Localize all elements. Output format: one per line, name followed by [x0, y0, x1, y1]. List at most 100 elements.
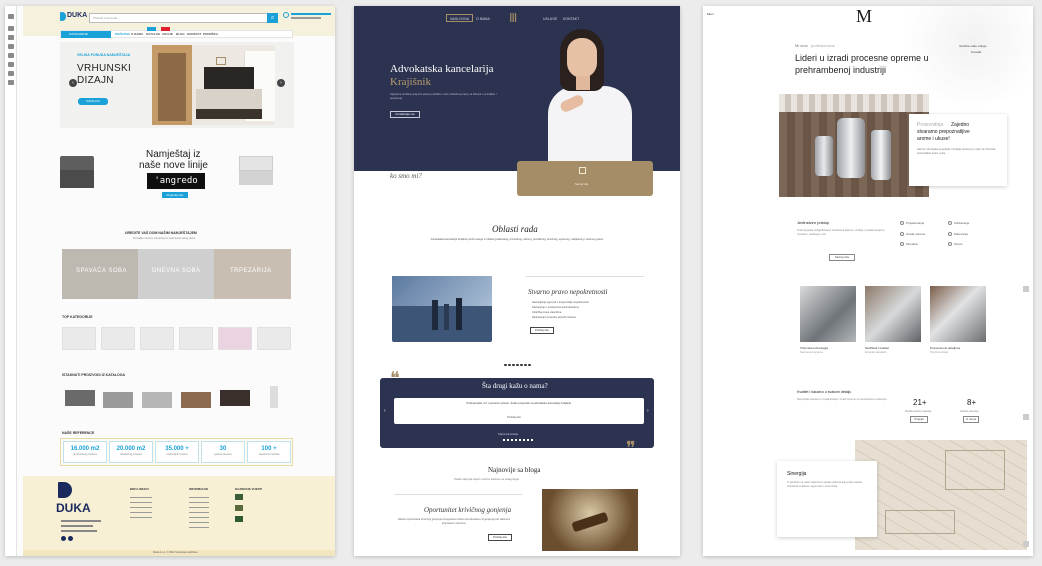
footer-info-list[interactable] [189, 493, 209, 529]
category-thumb[interactable] [179, 327, 213, 350]
duka-categories-button[interactable]: KATEGORIJE [61, 31, 111, 38]
synergy-title: Sinergija [787, 471, 807, 477]
testimonials-section: Šta drugi kažu o nama? Profesionalan, br… [380, 378, 654, 448]
testimonial-prev-icon[interactable]: ‹ [384, 408, 386, 414]
menu-button[interactable]: Meni [707, 12, 714, 16]
instagram-icon[interactable] [68, 536, 73, 541]
hero-side-link[interactable]: Istražite naše usluge [959, 44, 987, 48]
duka-logo-icon [60, 12, 66, 21]
design-icon [900, 221, 904, 225]
hero-catalog-button[interactable]: KATALOG [78, 98, 108, 105]
gavel-photo [542, 489, 638, 551]
law-nav-services[interactable]: USLUGE [543, 17, 557, 21]
browser-side-rail [5, 6, 17, 556]
testimonial-next-icon[interactable]: › [647, 408, 649, 414]
nav-item-sale[interactable]: AKCIJE [162, 32, 173, 36]
factory-photo [779, 94, 929, 197]
nav-item-blog[interactable]: BLOG [176, 32, 185, 36]
nav-item-about[interactable]: O NAMA [131, 32, 143, 36]
feature-bullet: Zastupanje u postupcima pred katastrom [532, 306, 580, 309]
card-title-line3: arome i ukuse! [917, 136, 950, 142]
hero-side-contact[interactable]: Kontakt [971, 50, 981, 54]
nav-item-contact[interactable]: KONTAKT [187, 32, 201, 36]
duka-footer: DUKA BRZI LINKOVI INFORMACIJE NAJNOVIJE … [23, 476, 335, 556]
service-label: Montaža [906, 242, 918, 246]
scroll-handle[interactable] [1023, 286, 1029, 292]
news-thumb[interactable] [235, 516, 243, 522]
law-gold-link[interactable]: Saznaj više [575, 183, 588, 186]
rooms-title: UREDITE VAŠ DOM NAŠIM NAMJEŠTAJEM [125, 231, 197, 235]
category-thumb[interactable] [218, 327, 252, 350]
footer-links-list[interactable] [130, 493, 152, 521]
testimonial-dots[interactable] [503, 439, 535, 441]
product-sofa[interactable] [103, 392, 133, 408]
slider-next-icon[interactable]: › [277, 79, 285, 87]
footer-col-info: INFORMACIJE [189, 487, 209, 491]
gallery-photo[interactable] [800, 286, 856, 342]
stat-value: 8+ [967, 398, 977, 407]
scroll-handle[interactable] [1023, 541, 1029, 547]
duka-search-input[interactable]: Pretraži proizvode... [89, 13, 269, 23]
room-label-living[interactable]: DNEVNA SOBA [152, 268, 201, 274]
testimonial-more[interactable]: Pročitaj više [507, 416, 521, 419]
phone-line [291, 13, 331, 15]
law-hero-button[interactable]: Kontaktirajte nas [390, 111, 420, 118]
feature-slider-dots[interactable] [504, 353, 532, 371]
law-nav-home[interactable]: NASLOVNA [450, 17, 469, 21]
feature-title: Stvarno pravo nepokretnosti [528, 288, 608, 296]
product-cabinet[interactable] [270, 386, 278, 408]
room-label-bedroom[interactable]: SPAVAĆA SOBA [76, 268, 127, 274]
hero-title-line2: prehrambenoj industriji [795, 65, 887, 75]
law-nav-about[interactable]: O NAMA [476, 17, 490, 21]
promo-button[interactable]: Pogledaj više [162, 192, 188, 198]
gallery-photo[interactable] [930, 286, 986, 342]
scales-icon [579, 167, 586, 174]
rooms-banner: SPAVAĆA SOBA DNEVNA SOBA TRPEZARIJA [62, 249, 291, 299]
category-thumb[interactable] [257, 327, 291, 350]
law-hero-text: Klijentima pružamo potpunu pravnu podršk… [390, 93, 497, 100]
duka-search-button[interactable]: ⌕ [267, 13, 278, 23]
news-thumb[interactable] [235, 505, 243, 511]
slider-prev-icon[interactable]: ‹ [69, 79, 77, 87]
approach-text: Svaki projekat prilagođavamo potrebama k… [797, 229, 885, 236]
feature-read-more-button[interactable]: Pročitaj više [530, 327, 554, 334]
product-sofa-brown[interactable] [181, 392, 211, 408]
category-thumb[interactable] [101, 327, 135, 350]
footer-col-quick-links: BRZI LINKOVI [130, 487, 149, 491]
footer-col-news: NAJNOVIJE VIJESTI [235, 487, 263, 491]
law-nav-contact[interactable]: KONTAKT [563, 17, 579, 21]
news-thumb[interactable] [235, 494, 243, 500]
nav-item-home[interactable]: POČETNA [115, 32, 130, 36]
stat-label: Realizovanih projekata [905, 410, 932, 413]
sale-badge [161, 27, 170, 31]
facebook-icon[interactable] [61, 536, 66, 541]
nav-item-support[interactable]: PODRŠKA [203, 32, 218, 36]
stat-box: 30 godina iskustva [201, 441, 245, 463]
stat-button[interactable]: O nama [963, 416, 979, 423]
feature-bullet: Uknjižba prava vlasništva [532, 311, 562, 314]
blog-post-title[interactable]: Oportunitet krivičnog gonjenja [424, 506, 511, 514]
product-bed[interactable] [65, 390, 95, 406]
m-logo[interactable]: M [856, 6, 872, 27]
package-icon [948, 232, 952, 236]
stat-box: 16.000 m2 proizvodnog prostora [63, 441, 107, 463]
approach-button[interactable]: Saznaj više [829, 254, 855, 261]
card-text: Naš tim stručnjaka projektuje i izrađuje… [917, 148, 996, 155]
duka-logo[interactable]: DUKA [67, 12, 87, 19]
gallery-photo[interactable] [865, 286, 921, 342]
nav-item-catalog[interactable]: KATALOG [146, 32, 160, 36]
category-thumb[interactable] [62, 327, 96, 350]
blog-read-more-button[interactable]: Pročitaj više [488, 534, 512, 541]
stat-box: 35.000 + zadovoljnih kupaca [155, 441, 199, 463]
room-label-dining[interactable]: TRPEZARIJA [230, 268, 272, 274]
product-dining-set[interactable] [220, 390, 250, 406]
promo-bed-left-image [60, 156, 94, 190]
hero-title-line2: DIZAJN [77, 75, 114, 86]
law-gold-box[interactable]: Saznaj više [517, 161, 653, 196]
footer-copyright: Duka d.o.o. © 2021 Sva prava zadržana [153, 551, 198, 554]
stat-button[interactable]: Projekti [910, 416, 928, 423]
product-sofa-grey[interactable] [142, 392, 172, 408]
category-thumb[interactable] [140, 327, 174, 350]
law-logo-icon[interactable]: Ⅲ [509, 11, 517, 26]
scroll-handle[interactable] [1023, 414, 1029, 420]
